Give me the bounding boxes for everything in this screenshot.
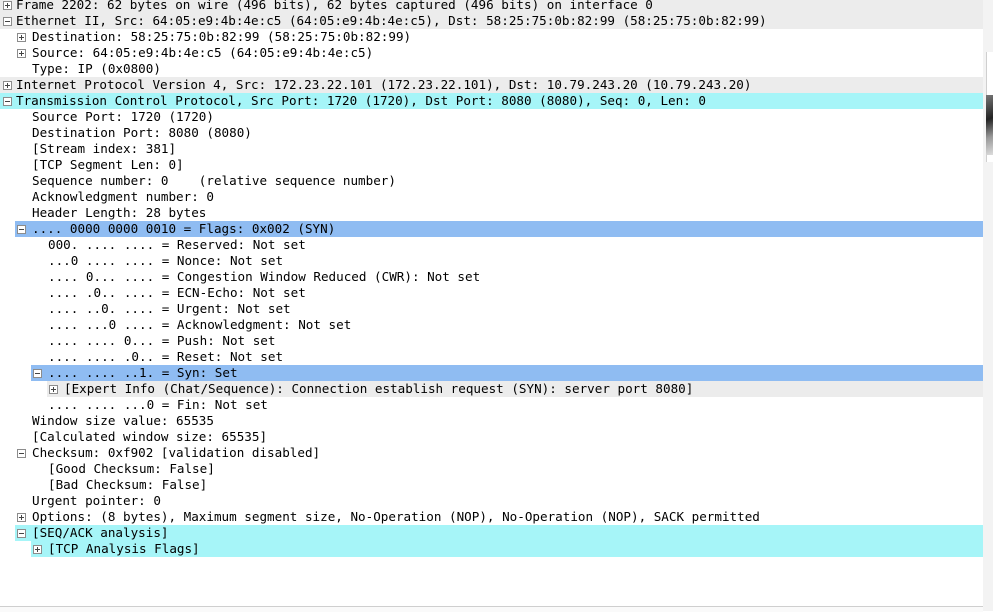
tree-row-flag-reset[interactable]: .... .... .0.. = Reset: Not set [0, 349, 983, 365]
tree-row-calc-win[interactable]: [Calculated window size: 65535] [0, 429, 983, 445]
tree-row-label: .... ..0. .... = Urgent: Not set [48, 301, 291, 316]
tree-row-checksum[interactable]: Checksum: 0xf902 [validation disabled] [0, 445, 983, 461]
tree-row-label: Type: IP (0x0800) [32, 61, 161, 76]
tree-row-label: Internet Protocol Version 4, Src: 172.23… [16, 77, 752, 92]
tree-row-label: .... .... .0.. = Reset: Not set [48, 349, 284, 364]
tree-row-tcp-analysis-flags[interactable]: [TCP Analysis Flags] [31, 541, 983, 557]
expand-icon[interactable] [3, 81, 12, 90]
tree-row-label: .... .0.. .... = ECN-Echo: Not set [48, 285, 306, 300]
tree-row-flag-syn[interactable]: .... .... ..1. = Syn: Set [31, 365, 983, 381]
tree-row-label: Header Length: 28 bytes [32, 205, 207, 220]
tree-row-seq-ack[interactable]: [SEQ/ACK analysis] [15, 525, 983, 541]
background-window-fragment [986, 95, 993, 155]
tree-row-label: [Good Checksum: False] [48, 461, 215, 476]
tree-row-label: Source Port: 1720 (1720) [32, 109, 214, 124]
tree-row-label: Checksum: 0xf902 [validation disabled] [32, 445, 321, 460]
tree-row-src-port[interactable]: Source Port: 1720 (1720) [0, 109, 983, 125]
expand-icon[interactable] [17, 33, 26, 42]
tree-row-flag-reserved[interactable]: 000. .... .... = Reserved: Not set [0, 237, 983, 253]
tree-row-flag-ack[interactable]: .... ...0 .... = Acknowledgment: Not set [0, 317, 983, 333]
tree-row-dst-port[interactable]: Destination Port: 8080 (8080) [0, 125, 983, 141]
tree-row-bad-checksum[interactable]: [Bad Checksum: False] [0, 477, 983, 493]
collapse-icon[interactable] [3, 17, 12, 26]
tree-row-label: 000. .... .... = Reserved: Not set [48, 237, 306, 252]
expand-icon[interactable] [17, 513, 26, 522]
tree-row-eth-type[interactable]: Type: IP (0x0800) [0, 61, 983, 77]
tree-row-stream-index[interactable]: [Stream index: 381] [0, 141, 983, 157]
expand-icon[interactable] [17, 49, 26, 58]
tree-row-label: [Bad Checksum: False] [48, 477, 208, 492]
tree-row-eth-dst[interactable]: Destination: 58:25:75:0b:82:99 (58:25:75… [0, 29, 983, 45]
tree-row-label: [TCP Analysis Flags] [48, 541, 200, 556]
tree-row-win-size[interactable]: Window size value: 65535 [0, 413, 983, 429]
tree-row-eth-src[interactable]: Source: 64:05:e9:4b:4e:c5 (64:05:e9:4b:4… [0, 45, 983, 61]
tree-row-ip[interactable]: Internet Protocol Version 4, Src: 172.23… [0, 77, 983, 93]
tree-row-label: ...0 .... .... = Nonce: Not set [48, 253, 284, 268]
collapse-icon[interactable] [3, 97, 12, 106]
expand-icon[interactable] [49, 385, 58, 394]
tree-row-label: .... .... ...0 = Fin: Not set [48, 397, 268, 412]
tree-row-urgent-ptr[interactable]: Urgent pointer: 0 [0, 493, 983, 509]
tree-row-label: [TCP Segment Len: 0] [32, 157, 184, 172]
tree-row-ethernet[interactable]: Ethernet II, Src: 64:05:e9:4b:4e:c5 (64:… [0, 13, 983, 29]
expand-icon[interactable] [33, 545, 42, 554]
tree-row-label: .... .... 0... = Push: Not set [48, 333, 276, 348]
tree-row-ack-num[interactable]: Acknowledgment number: 0 [0, 189, 983, 205]
tree-row-flag-nonce[interactable]: ...0 .... .... = Nonce: Not set [0, 253, 983, 269]
tree-row-label: Transmission Control Protocol, Src Port:… [16, 93, 706, 108]
packet-details-tree: Frame 2202: 62 bytes on wire (496 bits),… [0, 0, 983, 557]
tree-row-label: .... 0000 0000 0010 = Flags: 0x002 (SYN) [32, 221, 336, 236]
tree-row-flag-fin[interactable]: .... .... ...0 = Fin: Not set [0, 397, 983, 413]
horizontal-scrollbar[interactable] [0, 606, 983, 612]
tree-row-label: Urgent pointer: 0 [32, 493, 161, 508]
tree-row-label: Source: 64:05:e9:4b:4e:c5 (64:05:e9:4b:4… [32, 45, 374, 60]
tree-row-tcp[interactable]: Transmission Control Protocol, Src Port:… [0, 93, 983, 109]
tree-row-label: .... 0... .... = Congestion Window Reduc… [48, 269, 481, 284]
tree-row-label: .... .... ..1. = Syn: Set [48, 365, 238, 380]
tree-row-label: [Calculated window size: 65535] [32, 429, 268, 444]
tree-row-frame[interactable]: Frame 2202: 62 bytes on wire (496 bits),… [0, 0, 983, 13]
tree-row-label: Frame 2202: 62 bytes on wire (496 bits),… [16, 0, 653, 12]
tree-row-good-checksum[interactable]: [Good Checksum: False] [0, 461, 983, 477]
collapse-icon[interactable] [17, 225, 26, 234]
tree-row-flag-cwr[interactable]: .... 0... .... = Congestion Window Reduc… [0, 269, 983, 285]
tree-row-seq-num[interactable]: Sequence number: 0 (relative sequence nu… [0, 173, 983, 189]
tree-row-flag-push[interactable]: .... .... 0... = Push: Not set [0, 333, 983, 349]
tree-row-label: Sequence number: 0 (relative sequence nu… [32, 173, 396, 188]
tree-row-label: Window size value: 65535 [32, 413, 214, 428]
tree-row-label: [Stream index: 381] [32, 141, 177, 156]
tree-row-hdr-len[interactable]: Header Length: 28 bytes [0, 205, 983, 221]
tree-row-label: Ethernet II, Src: 64:05:e9:4b:4e:c5 (64:… [16, 13, 767, 28]
tree-row-flag-urg[interactable]: .... ..0. .... = Urgent: Not set [0, 301, 983, 317]
tree-row-label: Acknowledgment number: 0 [32, 189, 214, 204]
tree-row-expert-info[interactable]: [Expert Info (Chat/Sequence): Connection… [47, 381, 983, 397]
tree-row-flags[interactable]: .... 0000 0000 0010 = Flags: 0x002 (SYN) [15, 221, 983, 237]
tree-row-label: .... ...0 .... = Acknowledgment: Not set [48, 317, 352, 332]
tree-row-label: Destination: 58:25:75:0b:82:99 (58:25:75… [32, 29, 412, 44]
tree-row-label: Options: (8 bytes), Maximum segment size… [32, 509, 760, 524]
tree-row-label: [SEQ/ACK analysis] [32, 525, 169, 540]
collapse-icon[interactable] [17, 529, 26, 538]
tree-row-label: [Expert Info (Chat/Sequence): Connection… [64, 381, 694, 396]
tree-row-options[interactable]: Options: (8 bytes), Maximum segment size… [0, 509, 983, 525]
tree-row-flag-ecn[interactable]: .... .0.. .... = ECN-Echo: Not set [0, 285, 983, 301]
expand-icon[interactable] [3, 1, 12, 10]
tree-row-label: Destination Port: 8080 (8080) [32, 125, 252, 140]
tree-row-seg-len[interactable]: [TCP Segment Len: 0] [0, 157, 983, 173]
collapse-icon[interactable] [33, 369, 42, 378]
vertical-scrollbar[interactable] [983, 0, 993, 611]
collapse-icon[interactable] [17, 449, 26, 458]
